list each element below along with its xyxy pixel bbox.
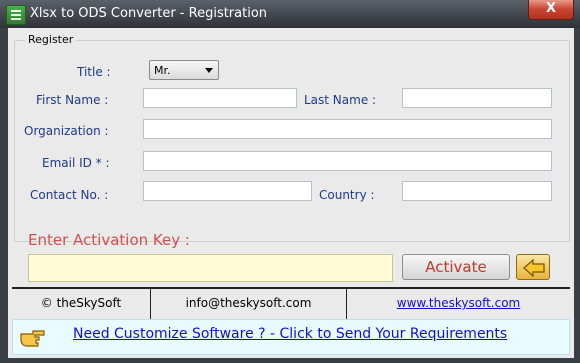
chevron-down-icon — [205, 68, 213, 73]
contact-label: Contact No. : — [30, 188, 109, 202]
registration-window: Xlsx to ODS Converter - Registration X R… — [0, 0, 580, 363]
arrow-left-icon — [523, 259, 545, 277]
last-name-label: Last Name : — [304, 93, 377, 107]
customize-software-link[interactable]: Need Customize Software ? - Click to Sen… — [73, 326, 507, 342]
customize-bar: Need Customize Software ? - Click to Sen… — [12, 319, 570, 355]
title-label: Title : — [77, 65, 111, 79]
first-name-field[interactable] — [143, 88, 297, 108]
close-button[interactable]: X — [528, 0, 574, 20]
activate-button[interactable]: Activate — [402, 254, 510, 280]
company-name: © theSkySoft — [40, 296, 122, 310]
title-select-value: Mr. — [154, 64, 171, 77]
email-label: Email ID * : — [42, 156, 110, 170]
website-link-text[interactable]: www.theskysoft.com — [397, 296, 520, 310]
first-name-label: First Name : — [36, 93, 109, 107]
organization-field[interactable] — [143, 119, 552, 139]
spreadsheet-icon — [6, 5, 26, 25]
contact-field[interactable] — [143, 181, 312, 201]
activation-key-input[interactable] — [28, 254, 393, 282]
last-name-field[interactable] — [402, 88, 552, 108]
window-title: Xlsx to ODS Converter - Registration — [30, 6, 268, 21]
title-select[interactable]: Mr. — [149, 60, 219, 80]
email-field[interactable] — [143, 151, 552, 171]
pointing-hand-icon — [20, 330, 45, 347]
country-field[interactable] — [402, 181, 552, 201]
organization-label: Organization : — [24, 124, 109, 138]
title-bar: Xlsx to ODS Converter - Registration X — [0, 0, 580, 28]
client-area: Register Title : Mr. First Name : Last N… — [8, 28, 574, 358]
back-button[interactable] — [516, 254, 550, 280]
footer-bar: © theSkySoft info@theskysoft.com www.the… — [12, 287, 570, 321]
activation-key-label: Enter Activation Key : — [28, 231, 190, 249]
company-email: info@theskysoft.com — [185, 296, 312, 310]
website-link[interactable]: www.theskysoft.com — [347, 289, 570, 319]
country-label: Country : — [319, 188, 375, 202]
register-groupbox: Register Title : Mr. First Name : Last N… — [14, 33, 570, 242]
register-legend: Register — [25, 33, 77, 46]
